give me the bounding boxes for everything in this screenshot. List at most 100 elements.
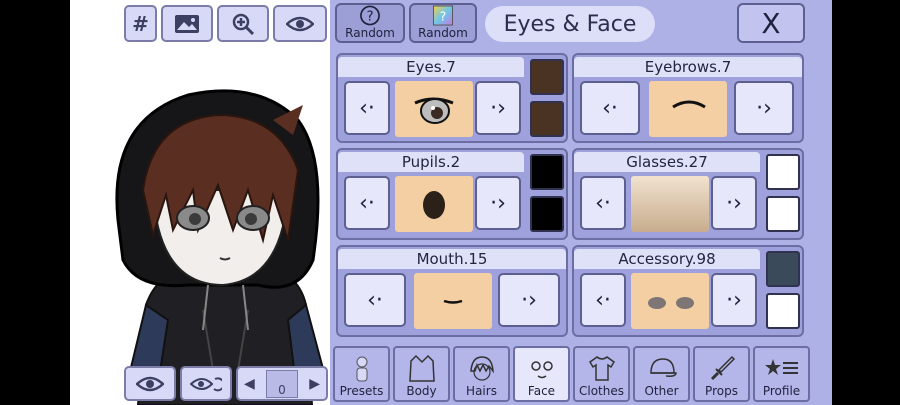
question-icon: ? — [360, 5, 380, 26]
accessory-thumbnail — [631, 273, 709, 329]
tab-hairs[interactable]: Hairs — [453, 346, 510, 402]
glasses-card: Glasses.27 ‹· ·› — [572, 148, 804, 240]
chevron-right-icon: ·› — [756, 95, 772, 121]
close-button[interactable]: X — [737, 3, 805, 43]
mouth-label: Mouth.15 — [338, 249, 566, 269]
chevron-left-icon[interactable]: ◀ — [244, 376, 255, 392]
rainbow-question-icon: ? — [432, 5, 454, 26]
eyes-prev-button[interactable]: ‹· — [344, 81, 390, 135]
tab-label: Face — [527, 384, 556, 398]
chevron-right-icon: ·› — [726, 287, 742, 313]
eyes-label: Eyes.7 — [338, 57, 524, 77]
eye-icon — [136, 376, 164, 391]
person-icon — [356, 356, 367, 382]
pupils-label: Pupils.2 — [338, 152, 524, 172]
eyebrows-next-button[interactable]: ·› — [734, 81, 794, 135]
accessory-next-button[interactable]: ·› — [711, 273, 757, 327]
star-list-icon — [764, 359, 798, 375]
tab-clothes[interactable]: Clothes — [573, 346, 630, 402]
tab-body[interactable]: Body — [393, 346, 450, 402]
eyes-face-panel: ? Random ? Random Eyes & Face X Eyes.7 ‹… — [330, 0, 832, 405]
pupil-color-swatch-1[interactable] — [530, 154, 564, 190]
hair-icon — [469, 356, 494, 381]
glasses-color-swatch-2[interactable] — [766, 196, 800, 232]
pupils-thumbnail — [395, 176, 473, 232]
slot-selector[interactable]: ◀ 0 ▶ — [236, 366, 328, 401]
cap-icon — [649, 358, 677, 377]
slot-thumbnail: 0 — [266, 369, 298, 398]
view-reset-button[interactable] — [180, 366, 232, 401]
eye-rotate-icon — [190, 376, 222, 391]
chevron-right-icon: ·› — [726, 190, 742, 216]
random-button-2[interactable]: ? Random — [409, 3, 477, 43]
svg-text:?: ? — [366, 9, 373, 24]
accessory-color-swatch-2[interactable] — [766, 293, 800, 329]
eyebrows-card: Eyebrows.7 ‹· ·› — [572, 53, 804, 143]
view-toggle-button[interactable] — [124, 366, 176, 401]
shirt-icon — [588, 356, 615, 381]
mouth-thumbnail — [414, 273, 492, 329]
grid-button[interactable]: # — [124, 5, 157, 42]
eyebrows-thumbnail — [649, 81, 727, 137]
glasses-next-button[interactable]: ·› — [711, 176, 757, 230]
eyebrows-label: Eyebrows.7 — [574, 57, 802, 77]
slot-number: 0 — [278, 382, 286, 397]
tab-face[interactable]: Face — [513, 346, 570, 402]
visibility-button[interactable] — [273, 5, 327, 42]
tab-label: Clothes — [579, 384, 624, 398]
chevron-right-icon: ·› — [490, 190, 506, 216]
random-button-1[interactable]: ? Random — [335, 3, 405, 43]
tab-presets[interactable]: Presets — [333, 346, 390, 402]
tab-other[interactable]: Other — [633, 346, 690, 402]
eye-icon — [286, 16, 314, 31]
eyes-card: Eyes.7 ‹· ·› — [336, 53, 568, 143]
tab-profile[interactable]: Profile — [753, 346, 810, 402]
chevron-left-icon: ‹· — [602, 95, 618, 121]
mouth-card: Mouth.15 ‹· ·› — [336, 245, 568, 337]
accessory-label: Accessory.98 — [574, 249, 760, 269]
accessory-color-swatch-1[interactable] — [766, 251, 800, 287]
pupil-color-swatch-2[interactable] — [530, 196, 564, 232]
eye-color-swatch-1[interactable] — [530, 59, 564, 95]
chevron-left-icon: ‹· — [367, 287, 383, 313]
pupils-prev-button[interactable]: ‹· — [344, 176, 390, 230]
tab-label: Presets — [339, 384, 384, 398]
zoom-button[interactable] — [217, 5, 269, 42]
chevron-left-icon: ‹· — [595, 190, 611, 216]
glasses-label: Glasses.27 — [574, 152, 760, 172]
eye-color-swatch-2[interactable] — [530, 101, 564, 137]
panel-title: Eyes & Face — [485, 6, 655, 42]
eyes-next-button[interactable]: ·› — [475, 81, 521, 135]
tab-label: Other — [644, 384, 679, 398]
image-icon — [175, 14, 199, 33]
glasses-prev-button[interactable]: ‹· — [580, 176, 626, 230]
tab-label: Props — [705, 384, 738, 398]
chevron-right-icon[interactable]: ▶ — [309, 376, 320, 392]
eyebrows-prev-button[interactable]: ‹· — [580, 81, 640, 135]
jacket-icon — [408, 354, 435, 382]
pupils-card: Pupils.2 ‹· ·› — [336, 148, 568, 240]
tab-props[interactable]: Props — [693, 346, 750, 402]
tab-label: Hairs — [466, 384, 497, 398]
glasses-thumbnail — [631, 176, 709, 232]
glasses-color-swatch-1[interactable] — [766, 154, 800, 190]
screen-edge — [832, 0, 900, 405]
svg-text:?: ? — [440, 8, 447, 23]
eyes-thumbnail — [395, 81, 473, 137]
tab-label: Profile — [762, 384, 801, 398]
tab-label: Body — [406, 384, 437, 398]
face-icon — [530, 361, 553, 379]
zoom-in-icon — [232, 13, 255, 35]
accessory-card: Accessory.98 ‹· ·› — [572, 245, 804, 337]
chevron-right-icon: ·› — [490, 95, 506, 121]
sword-icon — [710, 355, 735, 381]
random-label-2: Random — [418, 26, 468, 40]
background-button[interactable] — [161, 5, 213, 42]
character-preview[interactable] — [98, 80, 338, 405]
mouth-next-button[interactable]: ·› — [498, 273, 560, 327]
random-label-1: Random — [345, 26, 395, 40]
mouth-prev-button[interactable]: ‹· — [344, 273, 406, 327]
pupils-next-button[interactable]: ·› — [475, 176, 521, 230]
accessory-prev-button[interactable]: ‹· — [580, 273, 626, 327]
chevron-right-icon: ·› — [521, 287, 537, 313]
